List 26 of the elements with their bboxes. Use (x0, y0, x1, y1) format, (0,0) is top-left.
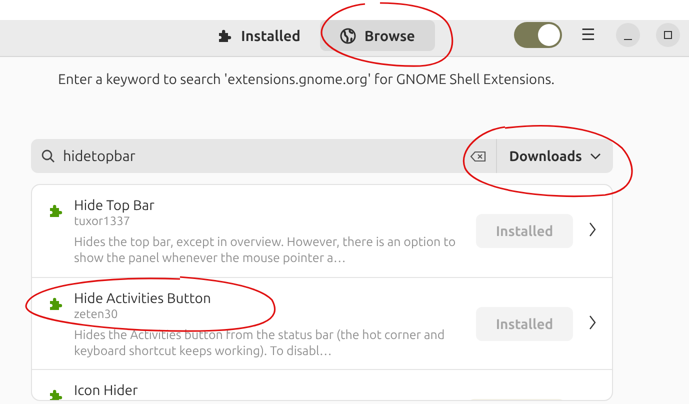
puzzle-icon (217, 28, 233, 44)
chevron-right-icon[interactable] (589, 315, 596, 330)
globe-icon (340, 28, 356, 44)
puzzle-icon (48, 296, 64, 312)
menu-button[interactable]: ☰ (574, 23, 602, 47)
chevron-right-icon[interactable] (589, 222, 596, 237)
puzzle-icon (48, 388, 64, 400)
puzzle-icon (48, 203, 64, 219)
extension-name: Icon Hider (74, 381, 139, 399)
search-field[interactable]: hidetopbar (31, 139, 470, 173)
extension-description: Hides the top bar, except in overview. However, there is an option to show the panel whenever the mouse pointer a… (74, 234, 457, 266)
author-name: tuxor1337 (74, 214, 132, 229)
view-tab[interactable]: Installed (205, 20, 312, 51)
clear-icon[interactable] (470, 150, 486, 162)
extension-name: Hide Top Bar (74, 196, 156, 214)
toggle-switch[interactable] (514, 22, 562, 48)
view-tab[interactable]: Browse (320, 20, 436, 51)
extension-row[interactable]: Icon Hider (32, 369, 612, 400)
sort-dropdown[interactable]: Downloads (497, 139, 613, 173)
extension-description: Hides the Activities button from the status bar (the hot corner and keyboard shortcut keeps working). To disabl… (74, 327, 446, 359)
maximize-button[interactable] (656, 23, 680, 47)
search-icon (41, 149, 55, 163)
hint-text: Enter a keyword to search 'extensions.gnome.org' for GNOME Shell Extensions. (58, 71, 555, 87)
extension-name: Hide Activities Button (74, 289, 212, 307)
author-name: zeten30 (74, 307, 119, 322)
chevron-down-icon (590, 152, 601, 160)
